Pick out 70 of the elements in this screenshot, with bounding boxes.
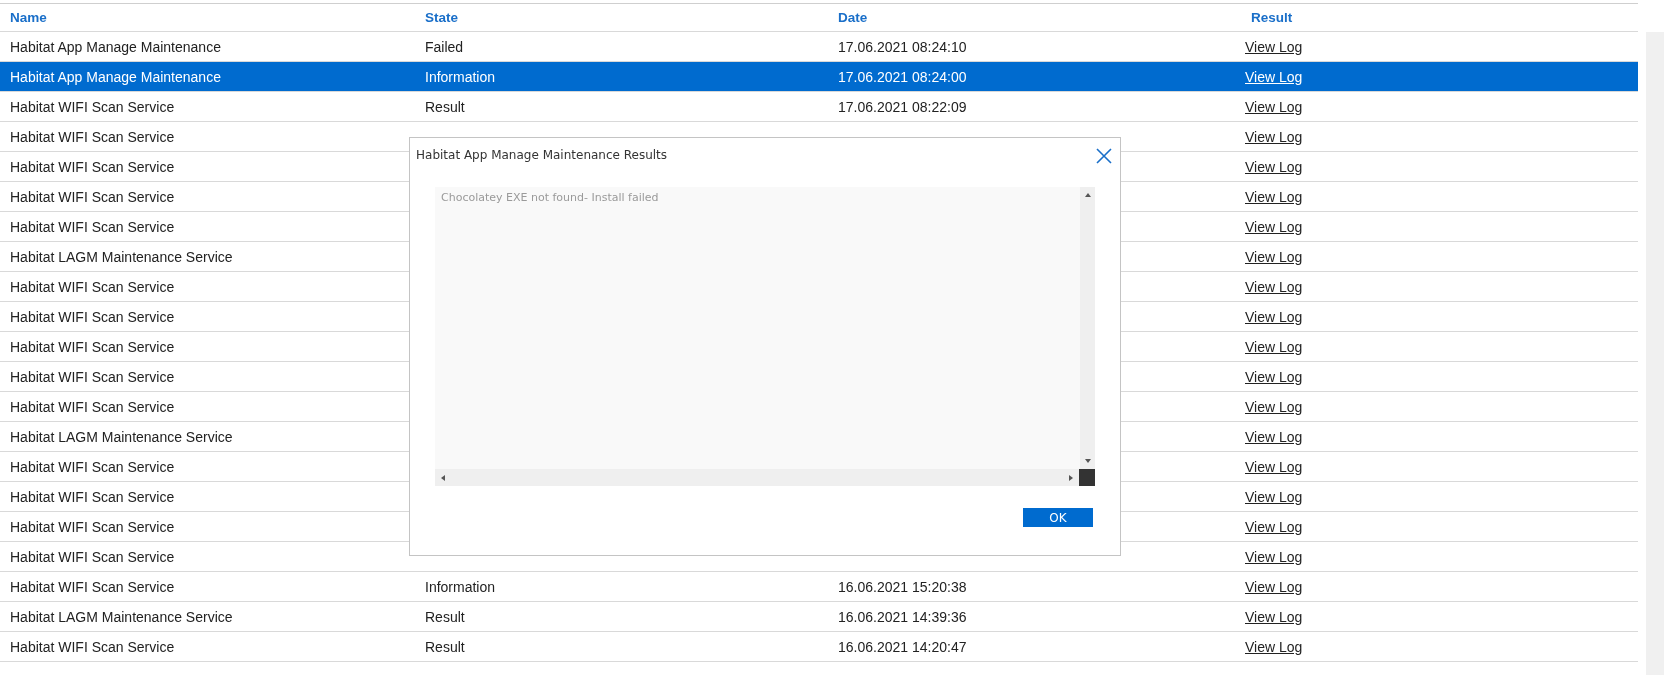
view-log-link[interactable]: View Log [1245, 158, 1303, 175]
selected-row[interactable]: Habitat App Manage Maintenance Information 17.06.2021 08:24:00 View Log [0, 62, 1638, 92]
table-cell: Habitat LAGM Maintenance Service [10, 428, 233, 445]
view-log-link[interactable]: View Log [1245, 128, 1303, 145]
table-cell: Failed [425, 38, 464, 55]
view-log-link[interactable]: View Log [1245, 218, 1303, 235]
view-log-link[interactable]: View Log [1245, 428, 1303, 445]
column-header[interactable]: Name [6, 10, 421, 25]
table-cell: Information [425, 68, 496, 85]
table-cell: Habitat WIFI Scan Service [10, 218, 175, 235]
table-cell: Habitat WIFI Scan Service [10, 308, 175, 325]
view-log-link[interactable]: View Log [1245, 98, 1303, 115]
table-cell: 17.06.2021 08:22:09 [838, 98, 967, 115]
view-log-link[interactable]: View Log [1245, 458, 1303, 475]
table-cell: Habitat WIFI Scan Service [10, 548, 175, 565]
table-cell: Habitat WIFI Scan Service [10, 158, 175, 175]
view-log-link[interactable]: View Log [1245, 398, 1303, 415]
view-log-link[interactable]: View Log [1245, 68, 1303, 85]
view-log-link[interactable]: View Log [1245, 248, 1303, 265]
table-cell: 17.06.2021 08:24:10 [838, 38, 967, 55]
table-cell: Habitat WIFI Scan Service [10, 188, 175, 205]
table-cell: Result [425, 638, 465, 655]
scroll-left-icon[interactable] [441, 474, 445, 481]
view-log-link[interactable]: View Log [1245, 638, 1303, 655]
table-cell: Habitat WIFI Scan Service [10, 338, 175, 355]
table-cell: Habitat WIFI Scan Service [10, 128, 175, 145]
view-log-link[interactable]: View Log [1245, 38, 1303, 55]
table-cell: Habitat WIFI Scan Service [10, 98, 175, 115]
table-cell: 16.06.2021 14:39:36 [838, 608, 967, 625]
table-cell: Information [425, 578, 496, 595]
dialog-title: Habitat App Manage Maintenance Results [416, 148, 668, 162]
table-cell: Habitat WIFI Scan Service [10, 638, 175, 655]
table-cell: 17.06.2021 08:24:00 [838, 68, 967, 85]
view-log-link[interactable]: View Log [1245, 578, 1303, 595]
table-cell: Result [425, 98, 465, 115]
scroll-up-icon[interactable] [1084, 193, 1091, 197]
view-log-link[interactable]: View Log [1245, 518, 1303, 535]
table-cell: Habitat App Manage Maintenance [10, 38, 221, 55]
close-icon[interactable] [1096, 148, 1112, 164]
view-log-link[interactable]: View Log [1245, 338, 1303, 355]
table-cell: 16.06.2021 15:20:38 [838, 578, 967, 595]
table-cell: Habitat WIFI Scan Service [10, 368, 175, 385]
table-cell: Habitat App Manage Maintenance [10, 68, 221, 85]
column-header[interactable]: Result [1241, 10, 1638, 25]
column-header[interactable]: Date [834, 10, 1241, 25]
horizontal-scrollbar[interactable] [435, 469, 1079, 486]
view-log-link[interactable]: View Log [1245, 548, 1303, 565]
table-cell: Result [425, 608, 465, 625]
scrollbar-corner [1079, 469, 1095, 486]
ok-button[interactable]: OK [1023, 508, 1093, 527]
scroll-right-icon[interactable] [1069, 474, 1073, 481]
view-log-link[interactable]: View Log [1245, 278, 1303, 295]
table-cell: 16.06.2021 14:20:47 [838, 638, 967, 655]
table-cell: Habitat WIFI Scan Service [10, 578, 175, 595]
view-log-link[interactable]: View Log [1245, 188, 1303, 205]
table-cell: Habitat LAGM Maintenance Service [10, 248, 233, 265]
view-log-link[interactable]: View Log [1245, 308, 1303, 325]
view-log-link[interactable]: View Log [1245, 368, 1303, 385]
table-cell: Habitat WIFI Scan Service [10, 458, 175, 475]
log-text: Chocolatey EXE not found- Install failed [440, 190, 660, 206]
table-cell: Habitat WIFI Scan Service [10, 518, 175, 535]
view-log-link[interactable]: View Log [1245, 608, 1303, 625]
vertical-scrollbar[interactable] [1080, 187, 1095, 469]
table-cell: Habitat WIFI Scan Service [10, 278, 175, 295]
view-log-link[interactable]: View Log [1245, 488, 1303, 505]
column-header[interactable]: State [421, 10, 834, 25]
scroll-down-icon[interactable] [1084, 459, 1091, 463]
table-cell: Habitat LAGM Maintenance Service [10, 608, 233, 625]
table-cell: Habitat WIFI Scan Service [10, 488, 175, 505]
table-cell: Habitat WIFI Scan Service [10, 398, 175, 415]
